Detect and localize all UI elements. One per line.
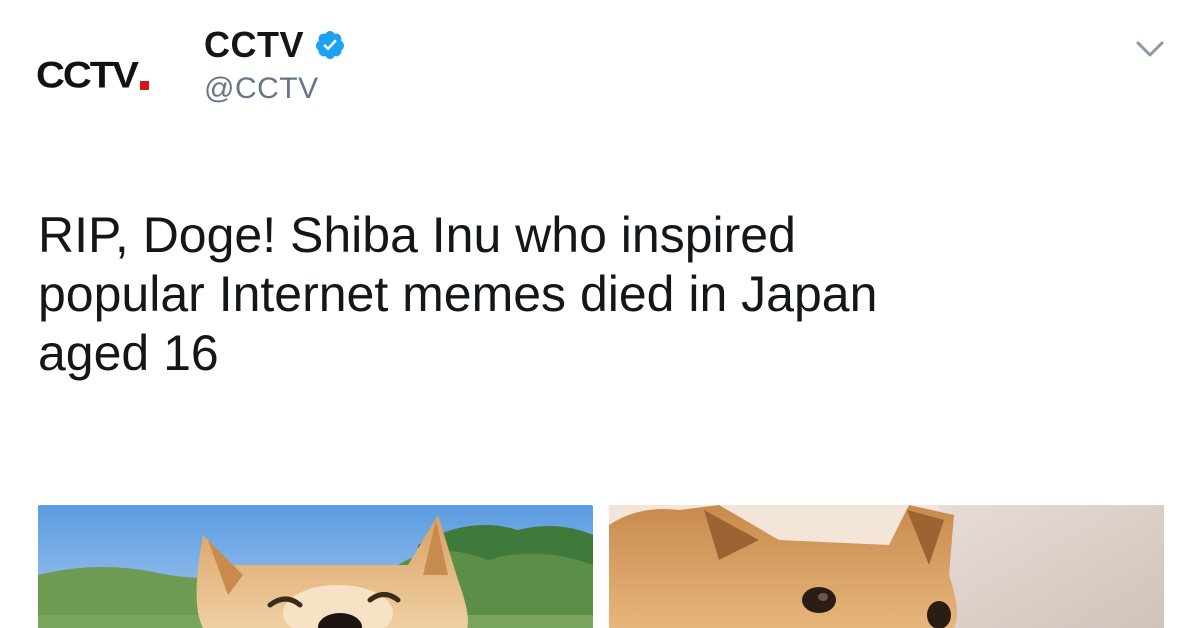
display-name-row: CCTV bbox=[204, 22, 346, 68]
chevron-down-icon bbox=[1136, 41, 1164, 57]
photo-shiba-smiling-outdoors bbox=[38, 505, 593, 628]
user-handle[interactable]: @CCTV bbox=[204, 72, 346, 106]
user-info: CCTV @CCTV bbox=[204, 22, 346, 106]
media-photo-1[interactable] bbox=[38, 505, 593, 628]
avatar[interactable]: CCTV bbox=[36, 46, 186, 94]
tweet-menu-button[interactable] bbox=[1128, 34, 1172, 64]
tweet-text: RIP, Doge! Shiba Inu who inspired popula… bbox=[38, 207, 878, 381]
media-photo-2[interactable] bbox=[609, 505, 1164, 628]
display-name[interactable]: CCTV bbox=[204, 24, 304, 66]
avatar-logo-text: CCTV bbox=[36, 55, 139, 96]
media-grid bbox=[38, 505, 1164, 628]
verified-badge-icon bbox=[314, 29, 346, 61]
tweet-card: CCTV CCTV @CCTV RIP, Doge! Shiba Inu who… bbox=[0, 0, 1200, 628]
avatar-logo-dot bbox=[139, 81, 149, 90]
photo-shiba-closeup-indoors bbox=[609, 505, 1164, 628]
